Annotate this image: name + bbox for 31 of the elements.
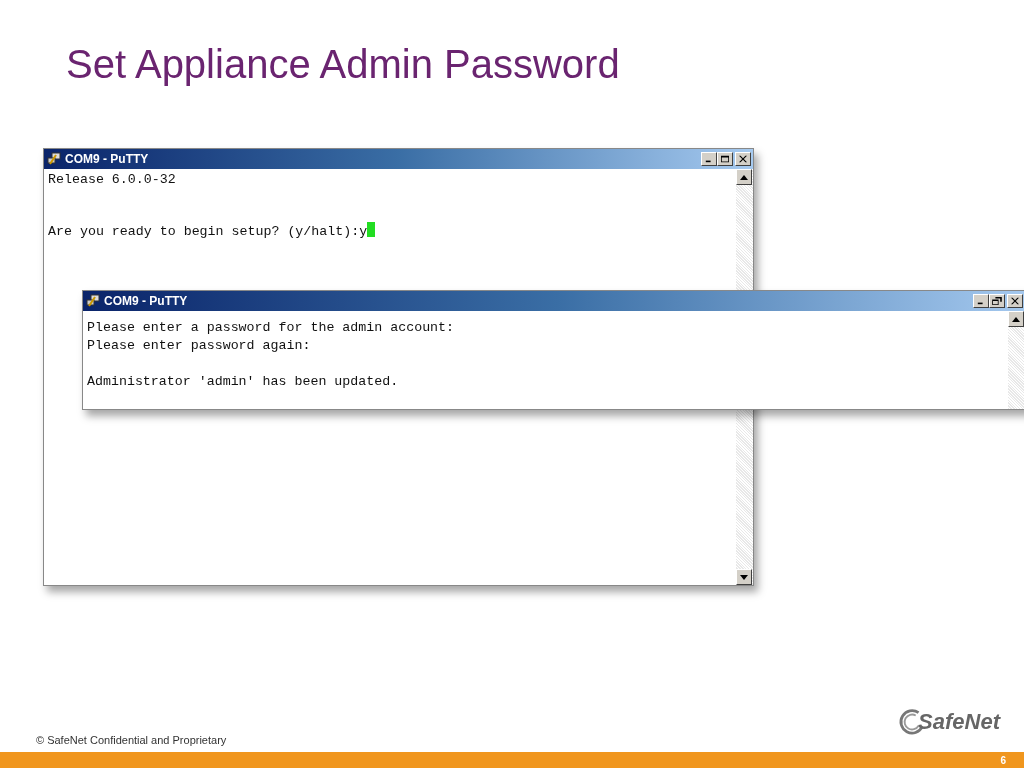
up-arrow-icon [740,174,748,180]
company-logo: SafeNet [898,708,1000,736]
close-icon [1010,297,1020,305]
close-icon [738,155,748,163]
terminal-line: Administrator 'admin' has been updated. [87,373,400,391]
computer-icon [86,294,100,308]
terminal-line: Please enter password again: [87,337,312,355]
computer-icon [47,152,61,166]
close-button[interactable] [1007,294,1023,308]
maximize-button[interactable] [717,152,733,166]
maximize-icon [720,155,730,163]
terminal-line: Please enter a password for the admin account: [87,319,456,337]
terminal-line: Are you ready to begin setup? (y/halt):y [48,222,732,241]
down-arrow-icon [740,574,748,580]
page-number: 6 [1000,754,1006,766]
scroll-down-button[interactable] [736,569,752,585]
scrollbar[interactable] [1008,311,1024,409]
minimize-button[interactable] [973,294,989,308]
restore-button[interactable] [989,294,1005,308]
scroll-up-button[interactable] [1008,311,1024,327]
text-cursor [367,222,376,237]
window-title: COM9 - PuTTY [65,152,150,166]
scroll-up-button[interactable] [736,169,752,185]
minimize-button[interactable] [701,152,717,166]
slide-title: Set Appliance Admin Password [65,41,621,88]
window-title: COM9 - PuTTY [104,294,189,308]
up-arrow-icon [1012,316,1020,322]
copyright-text: © SafeNet Confidential and Proprietary [36,734,227,746]
terminal-line: Release 6.0.0-32 [48,171,177,189]
close-button[interactable] [735,152,751,166]
restore-icon [992,297,1002,305]
